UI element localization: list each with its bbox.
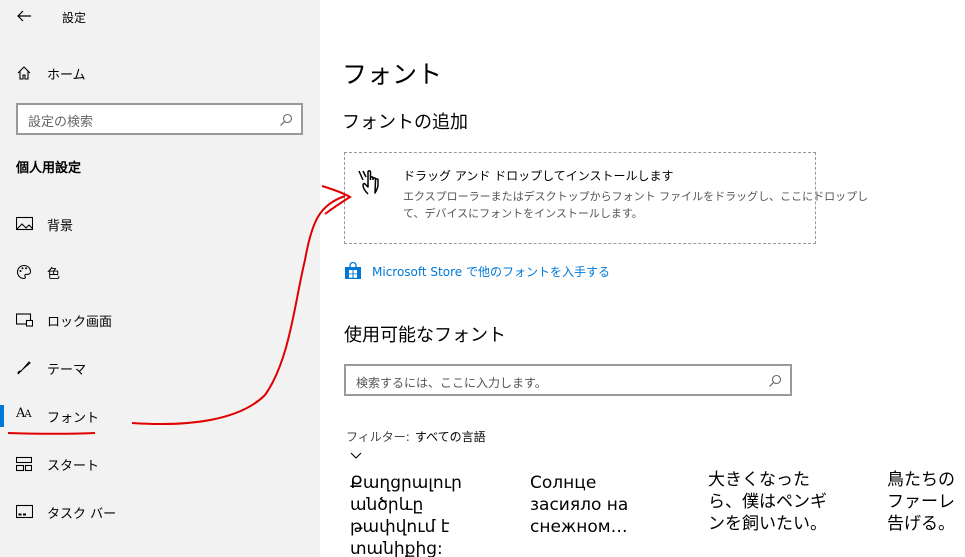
- drop-zone-description-line-2: て、デバイスにフォントをインストールします。: [403, 207, 643, 220]
- font-search-placeholder: 検索するには、ここに入力します。: [356, 376, 547, 390]
- font-card-cyrillic[interactable]: Солнце засияло на снежном…: [530, 472, 680, 557]
- store-bag-icon: [345, 262, 361, 279]
- section-heading: 個人用設定: [16, 161, 82, 176]
- search-icon: [280, 113, 293, 126]
- sidebar-item-font[interactable]: AA フォント: [0, 398, 320, 434]
- sidebar-item-label: テーマ: [47, 363, 87, 378]
- sidebar-item-background[interactable]: 背景: [0, 206, 320, 242]
- window-title: 設定: [62, 11, 87, 25]
- font-card-japanese-2[interactable]: 鳥たちの ファーレ 告げる。: [887, 469, 965, 557]
- sidebar-item-lock-screen[interactable]: ロック画面: [0, 302, 320, 338]
- palette-icon: [16, 264, 32, 280]
- sidebar-item-home[interactable]: ホーム: [0, 55, 320, 91]
- settings-search-placeholder: 設定の検索: [28, 115, 94, 130]
- font-card-armenian[interactable]: Քաղցրալուր անծրևը թափվում է տանիքից:: [350, 472, 500, 557]
- sidebar-item-label: タスク バー: [47, 507, 117, 522]
- sidebar-item-label: フォント: [47, 411, 100, 426]
- sidebar-item-theme[interactable]: テーマ: [0, 350, 320, 386]
- sidebar-item-start[interactable]: スタート: [0, 446, 320, 482]
- drop-zone-title: ドラッグ アンド ドロップしてインストールします: [403, 169, 674, 183]
- font-search-input[interactable]: 検索するには、ここに入力します。: [344, 364, 792, 396]
- sidebar-item-label: ロック画面: [47, 315, 113, 330]
- sidebar: 設定 ホーム 設定の検索 個人用設定 背景 色 ロック画面 テーマ AA フォン…: [0, 0, 320, 557]
- sidebar-item-color[interactable]: 色: [0, 254, 320, 290]
- picture-icon: [16, 216, 33, 231]
- store-link-text: Microsoft Store で他のフォントを入手する: [372, 265, 610, 279]
- back-button[interactable]: [14, 6, 38, 28]
- language-filter[interactable]: フィルター: すべての言語: [346, 426, 506, 459]
- sidebar-item-label: スタート: [47, 459, 100, 474]
- add-fonts-heading: フォントの追加: [342, 112, 468, 133]
- font-card-japanese[interactable]: 大きくなった ら、僕はペンギ ンを飼いたい。: [708, 469, 858, 557]
- selected-indicator: [0, 405, 4, 427]
- lock-screen-icon: [16, 313, 33, 327]
- back-arrow-icon: [17, 10, 31, 22]
- font-drop-zone[interactable]: ドラッグ アンド ドロップしてインストールします エクスプローラーまたはデスクト…: [344, 152, 868, 244]
- home-icon: [17, 66, 31, 80]
- available-fonts-heading: 使用可能なフォント: [344, 325, 506, 346]
- main-panel: フォント フォントの追加 ドラッグ アンド ドロップしてインストールします エク…: [320, 0, 965, 557]
- drop-zone-description-line-1: エクスプローラーまたはデスクトップからフォント ファイルをドラッグし、ここにドロ…: [403, 190, 869, 203]
- hand-pointer-icon: [358, 170, 379, 195]
- sidebar-home-label: ホーム: [47, 68, 86, 83]
- page-title: フォント: [342, 60, 443, 89]
- sidebar-item-taskbar[interactable]: タスク バー: [0, 494, 320, 530]
- font-icon: AA: [16, 406, 32, 421]
- filter-value: すべての言語: [414, 430, 486, 444]
- taskbar-icon: [16, 504, 33, 519]
- sidebar-item-label: 背景: [47, 219, 74, 234]
- sidebar-item-label: 色: [47, 267, 61, 282]
- filter-label: フィルター:: [346, 430, 410, 444]
- settings-search-input[interactable]: 設定の検索: [16, 103, 303, 135]
- theme-icon: [17, 361, 31, 375]
- chevron-down-icon: [350, 452, 362, 459]
- start-icon: [16, 456, 32, 472]
- store-link[interactable]: Microsoft Store で他のフォントを入手する: [344, 262, 644, 282]
- search-icon: [769, 374, 782, 387]
